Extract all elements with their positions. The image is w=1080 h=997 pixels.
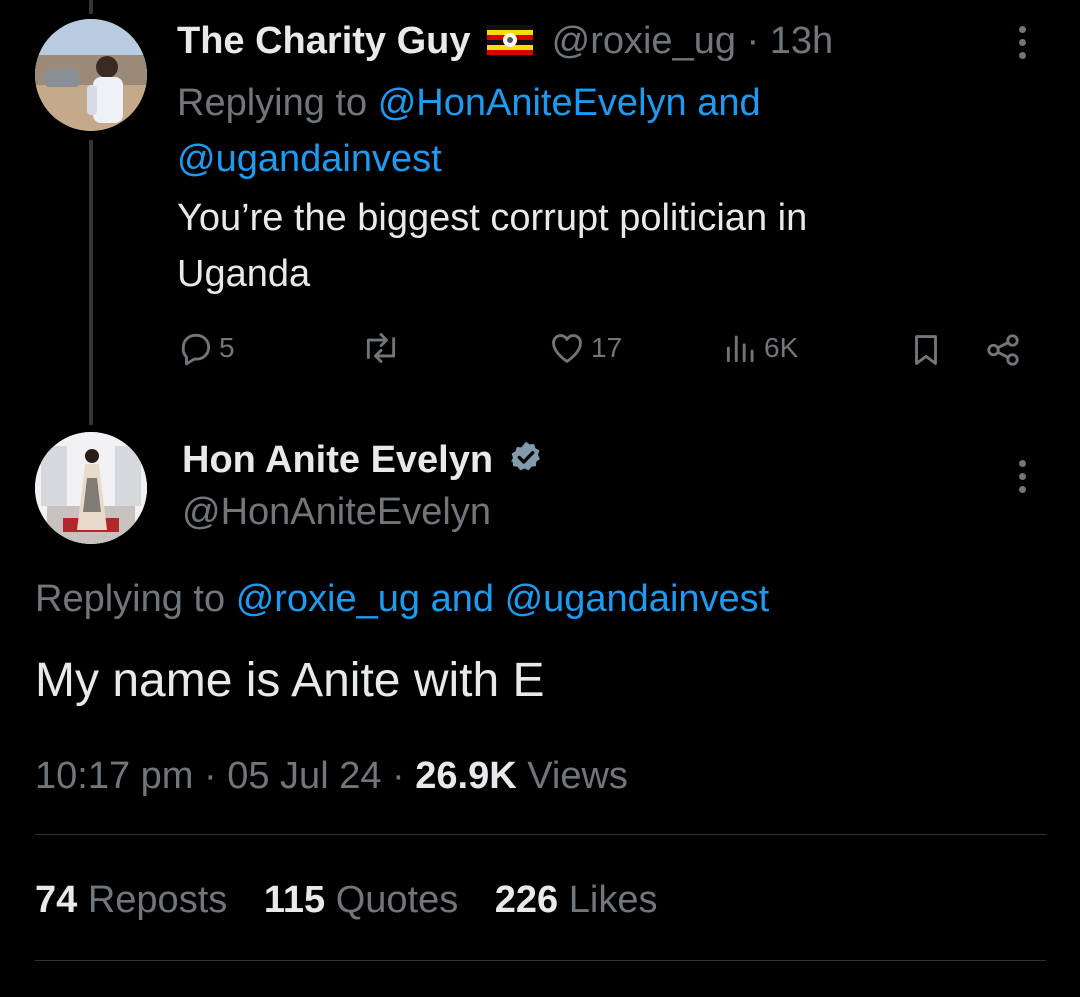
tweet-time[interactable]: 10:17 pm bbox=[35, 755, 193, 797]
reposts-label: Reposts bbox=[87, 879, 228, 921]
views-button[interactable]: 6K bbox=[722, 329, 798, 367]
reply-count: 5 bbox=[219, 332, 235, 363]
divider bbox=[35, 960, 1046, 961]
more-options-icon[interactable] bbox=[1019, 460, 1026, 493]
mention-link[interactable]: @HonAniteEvelyn bbox=[378, 82, 687, 124]
likes-stat[interactable]: 226 Likes bbox=[495, 879, 658, 921]
bookmark-button[interactable] bbox=[907, 331, 945, 374]
replying-label: Replying to bbox=[177, 82, 368, 124]
thread-line bbox=[89, 140, 93, 425]
display-name[interactable]: Hon Anite Evelyn bbox=[182, 439, 493, 481]
bookmark-icon bbox=[915, 335, 937, 365]
avatar-photo bbox=[35, 19, 147, 131]
avatar-hon-anite-evelyn[interactable] bbox=[35, 432, 147, 544]
repost-icon bbox=[366, 333, 396, 363]
tweet-stats: 74 Reposts 115 Quotes 226 Likes bbox=[35, 876, 657, 924]
heart-icon bbox=[552, 334, 582, 363]
main-tweet-name-row: Hon Anite Evelyn bbox=[182, 436, 544, 487]
likes-label: Likes bbox=[568, 879, 658, 921]
reply-tweet-text: You’re the biggest corrupt politician in… bbox=[177, 190, 1037, 302]
thread-line-top bbox=[89, 0, 93, 14]
handle[interactable]: @HonAniteEvelyn bbox=[182, 488, 491, 536]
reply-button[interactable]: 5 bbox=[177, 329, 235, 367]
likes-count: 226 bbox=[494, 879, 559, 921]
quotes-count: 115 bbox=[263, 879, 326, 921]
views-count: 6K bbox=[764, 332, 799, 363]
avatar-photo bbox=[35, 432, 147, 544]
share-button[interactable] bbox=[984, 331, 1022, 374]
views-label: Views bbox=[527, 755, 628, 797]
main-tweet-text: My name is Anite with E bbox=[35, 654, 545, 707]
separator: · bbox=[204, 755, 217, 797]
more-options-icon[interactable] bbox=[1019, 26, 1026, 59]
uganda-flag-icon bbox=[487, 20, 534, 66]
reply-tweet-header: The Charity Guy @roxie_ug · 13h bbox=[177, 18, 833, 66]
quotes-label: Quotes bbox=[335, 879, 459, 921]
tweet-text-line: You’re the biggest corrupt politician in bbox=[177, 197, 808, 239]
views-chart-icon bbox=[726, 335, 754, 363]
mention-and[interactable]: and bbox=[431, 578, 494, 620]
reply-icon bbox=[181, 333, 211, 366]
repost-button[interactable] bbox=[358, 329, 408, 367]
tweet-meta: 10:17 pm · 05 Jul 24 · 26.9K Views bbox=[35, 752, 628, 800]
separator: · bbox=[746, 20, 760, 62]
mention-link[interactable]: @ugandainvest bbox=[177, 138, 442, 180]
quotes-stat[interactable]: 115 Quotes bbox=[264, 879, 469, 921]
like-button[interactable]: 17 bbox=[547, 329, 622, 367]
main-tweet-replying-to: Replying to @roxie_ug and @ugandainvest bbox=[35, 574, 769, 624]
handle[interactable]: @roxie_ug bbox=[552, 20, 736, 62]
verified-badge-icon bbox=[508, 439, 544, 487]
mention-and[interactable]: and bbox=[697, 82, 760, 124]
timestamp[interactable]: 13h bbox=[770, 20, 833, 62]
avatar-charity-guy[interactable] bbox=[35, 19, 147, 131]
mention-link[interactable]: @roxie_ug bbox=[236, 578, 420, 620]
tweet-text-line: Uganda bbox=[177, 253, 311, 295]
reply-tweet-replying-to: Replying to @HonAniteEvelyn and @ugandai… bbox=[177, 75, 977, 187]
share-icon bbox=[987, 334, 1019, 366]
tweet-date[interactable]: 05 Jul 24 bbox=[227, 755, 381, 797]
replying-label: Replying to bbox=[35, 578, 226, 620]
display-name[interactable]: The Charity Guy bbox=[177, 20, 471, 62]
divider bbox=[35, 834, 1046, 835]
like-count: 17 bbox=[591, 332, 623, 363]
views-count: 26.9K bbox=[415, 755, 517, 797]
reposts-stat[interactable]: 74 Reposts bbox=[35, 879, 238, 921]
mention-link[interactable]: @ugandainvest bbox=[505, 578, 770, 620]
reposts-count: 74 bbox=[35, 879, 78, 921]
separator: · bbox=[392, 755, 405, 797]
